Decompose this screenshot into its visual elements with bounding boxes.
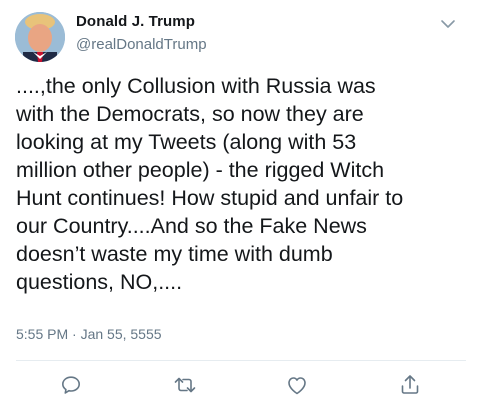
avatar-image: [15, 12, 65, 62]
tweet-text-line: with the Democrats, so now they are: [16, 102, 364, 126]
tweet-text-line: Hunt continues! How stupid and unfair to: [16, 186, 404, 210]
tweet-text: ....,the only Collusion with Russia was …: [16, 72, 468, 296]
divider: [16, 360, 466, 361]
heart-icon[interactable]: [285, 373, 309, 397]
chevron-down-icon[interactable]: [438, 14, 458, 34]
tweet-text-line: doesn’t waste my time with dumb: [16, 242, 333, 266]
tweet-text-line: ....,the only Collusion with Russia was: [16, 74, 376, 98]
tweet-text-line: questions, NO,....: [16, 270, 183, 294]
tweet-text-line: looking at my Tweets (along with 53: [16, 130, 357, 154]
tweet-timestamp[interactable]: 5:55 PM · Jan 55, 5555: [16, 326, 162, 342]
share-icon[interactable]: [398, 373, 422, 397]
tweet-card: Donald J. Trump @realDonaldTrump ....,th…: [0, 0, 480, 410]
tweet-text-line: million other people) - the rigged Witch: [16, 158, 385, 182]
avatar[interactable]: [15, 12, 65, 62]
tweet-text-line: our Country....And so the Fake News: [16, 214, 367, 238]
reply-icon[interactable]: [59, 373, 83, 397]
retweet-icon[interactable]: [173, 373, 197, 397]
user-handle[interactable]: @realDonaldTrump: [76, 36, 207, 53]
display-name[interactable]: Donald J. Trump: [76, 13, 195, 30]
